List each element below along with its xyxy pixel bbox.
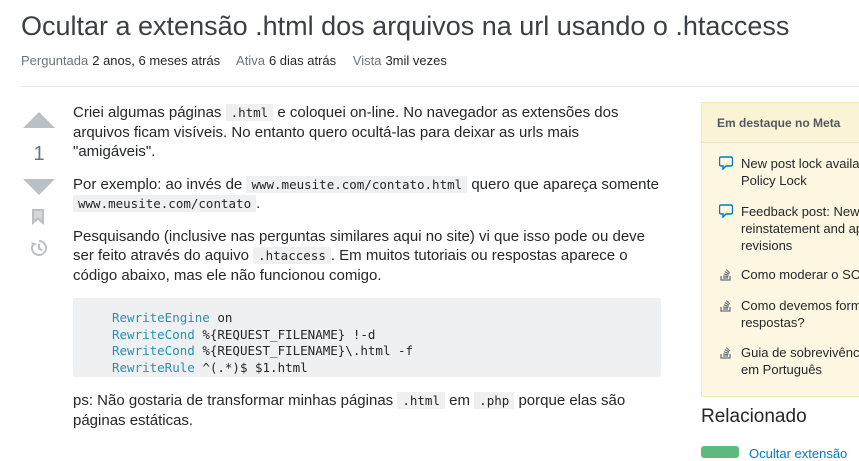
inline-code: .php — [474, 392, 515, 409]
inline-code: .htaccess — [253, 247, 331, 264]
meta-item-line: Feedback post: New — [741, 204, 859, 219]
question-meta: Perguntada 2 anos, 6 meses atrás Ativa 6 d… — [21, 53, 460, 68]
history-icon[interactable] — [30, 239, 48, 262]
meta-item-line: Policy Lock — [741, 173, 807, 188]
code-text: on — [209, 310, 233, 325]
code-block: RewriteEngine on RewriteCond %{REQUEST_F… — [73, 298, 661, 377]
text: em — [444, 392, 475, 409]
code-text: ^(.*)$ $1.html — [194, 359, 308, 375]
meta-item-line: revisions — [741, 238, 793, 253]
meta-featured-box: Em destaque no Meta New post lock availa… — [701, 102, 859, 397]
meta-featured-heading: Em destaque no Meta — [702, 103, 859, 143]
vote-score: 1 — [33, 143, 45, 165]
viewed-value: 3mil vezes — [385, 53, 447, 68]
related-score-badge — [701, 446, 739, 458]
meta-item-line: Guia de sobrevivênc — [741, 345, 859, 360]
meta-item-line: respostas? — [741, 315, 805, 330]
meta-item-line: Como moderar o SO — [741, 267, 859, 282]
code-keyword: RewriteEngine — [112, 310, 210, 325]
asked-label: Perguntada — [21, 53, 89, 68]
viewed-label: Vista — [352, 53, 382, 68]
bookmark-icon[interactable] — [32, 209, 44, 230]
text: ps: Não gostaria de transformar minhas p… — [73, 392, 398, 409]
inline-code: .html — [225, 104, 274, 121]
text: quero que apareça somente — [467, 175, 659, 193]
body-paragraph: Criei algumas páginas .html e coloquei o… — [73, 103, 661, 162]
downvote-arrow-icon[interactable] — [23, 179, 55, 195]
code-keyword: RewriteRule — [112, 359, 195, 375]
code-keyword: RewriteCond — [112, 343, 195, 358]
body-paragraph: Pesquisando (inclusive nas perguntas sim… — [73, 227, 661, 286]
speech-bubble-icon — [719, 204, 733, 218]
vote-controls: 1 — [22, 112, 56, 262]
stack-logo-icon — [720, 269, 731, 281]
inline-code: .html — [397, 392, 445, 409]
inline-code: www.meusite.com/contato.html — [246, 175, 468, 193]
asked-value: 2 anos, 6 meses atrás — [92, 53, 221, 68]
body-paragraph: ps: Não gostaria de transformar minhas p… — [73, 391, 661, 430]
stack-logo-icon — [720, 300, 731, 312]
text: . — [256, 195, 261, 212]
stack-logo-icon — [720, 347, 731, 359]
meta-item-line: Como devemos form — [741, 298, 859, 313]
meta-item-line: em Português — [741, 362, 822, 377]
meta-item-line: New post lock availa — [741, 156, 859, 171]
question-title[interactable]: Ocultar a extensão .html dos arquivos na… — [21, 8, 789, 44]
speech-bubble-icon — [719, 156, 733, 170]
text: Por exemplo: ao invés de — [73, 175, 247, 193]
question-body: Criei algumas páginas .html e coloquei o… — [73, 103, 661, 443]
code-keyword: RewriteCond — [112, 326, 195, 342]
code-text: %{REQUEST_FILENAME} !-d — [194, 326, 376, 342]
meta-item-line: reinstatement and ap — [741, 221, 859, 236]
active-label: Ativa — [236, 53, 265, 68]
inline-code: www.meusite.com/contato — [73, 195, 257, 212]
title-divider — [21, 86, 859, 87]
related-heading: Relacionado — [701, 406, 807, 427]
active-value[interactable]: 6 dias atrás — [269, 53, 336, 68]
text: Criei algumas páginas — [73, 104, 226, 121]
code-text: %{REQUEST_FILENAME}\.html -f — [194, 343, 414, 358]
upvote-arrow-icon[interactable] — [23, 112, 55, 128]
body-paragraph: Por exemplo: ao invés de www.meusite.com… — [73, 175, 661, 214]
